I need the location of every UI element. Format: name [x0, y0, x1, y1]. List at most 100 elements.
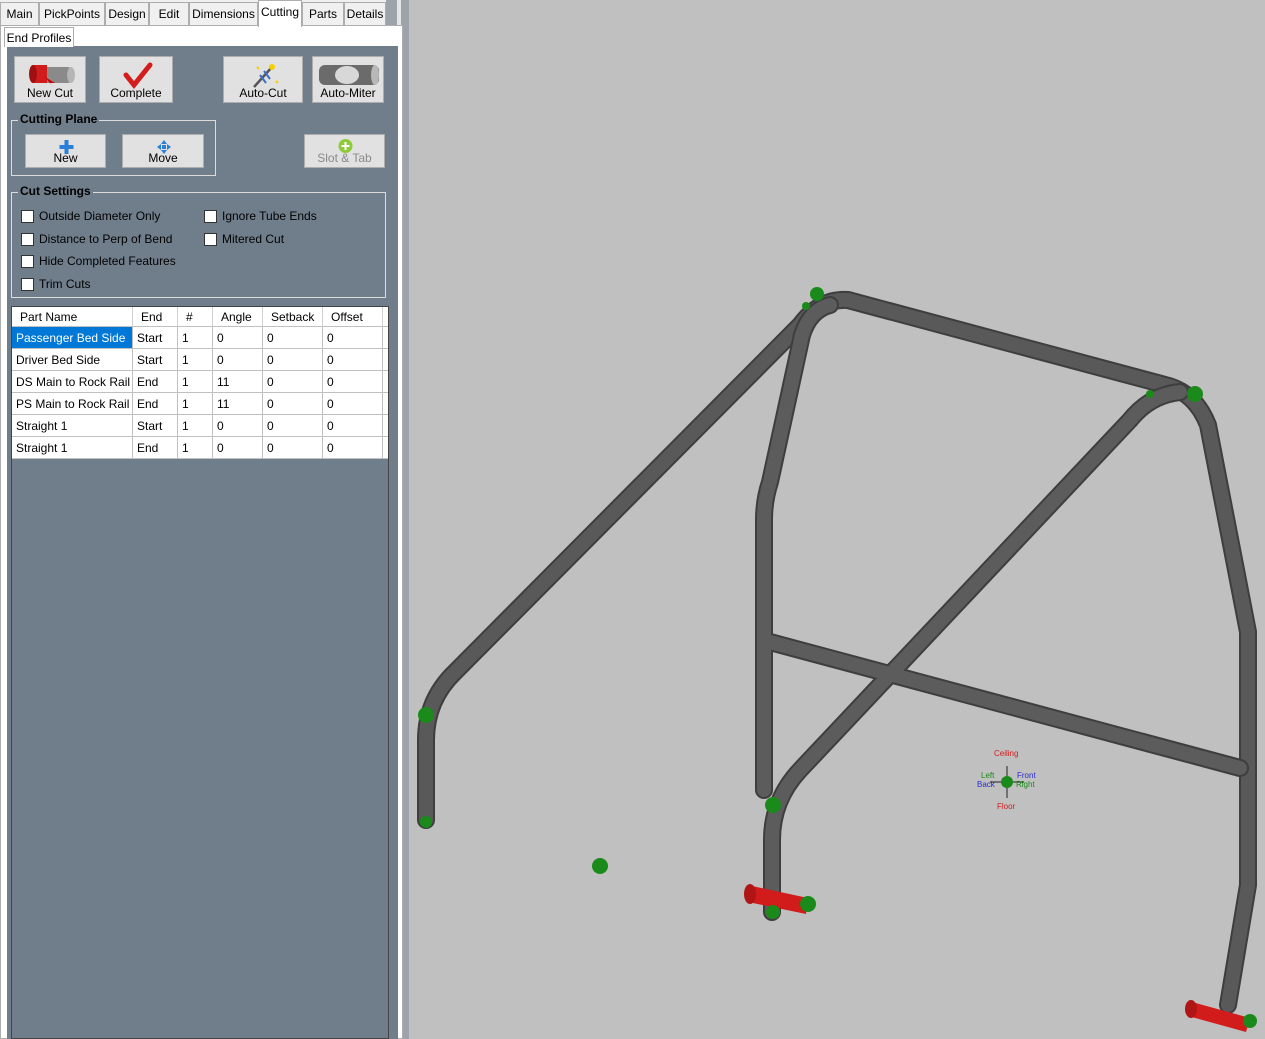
checkbox-box [204, 210, 217, 223]
cell-end[interactable]: Start [133, 349, 178, 371]
cell-count[interactable]: 1 [178, 349, 213, 371]
cell-offset[interactable]: 0 [323, 349, 383, 371]
checkbox-box [21, 233, 34, 246]
tab-dimensions[interactable]: Dimensions [189, 2, 258, 25]
cell-part-name[interactable]: Straight 1 [12, 415, 133, 437]
cell-part-name[interactable]: Straight 1 [12, 437, 133, 459]
move-plane-label: Move [148, 151, 178, 165]
auto-miter-button[interactable]: Auto-Miter [312, 56, 384, 103]
cell-end[interactable]: End [133, 437, 178, 459]
triad-front-label: Front [1017, 771, 1036, 780]
ignore-tube-ends-label: Ignore Tube Ends [222, 209, 317, 223]
pick-point [765, 797, 781, 813]
cell-setback[interactable]: 0 [263, 437, 323, 459]
cell-part-name[interactable]: PS Main to Rock Rail [12, 393, 133, 415]
cell-offset[interactable]: 0 [323, 415, 383, 437]
cell-angle[interactable]: 0 [213, 349, 263, 371]
auto-miter-label: Auto-Miter [320, 86, 376, 100]
cell-count[interactable]: 1 [178, 437, 213, 459]
tab-parts[interactable]: Parts [302, 2, 344, 25]
cell-offset[interactable]: 0 [323, 437, 383, 459]
cell-part-name[interactable]: Driver Bed Side [12, 349, 133, 371]
slot-tab-button[interactable]: Slot & Tab [304, 134, 385, 168]
left-panel: Main PickPoints Design Edit Dimensions C… [0, 0, 409, 1039]
cell-count[interactable]: 1 [178, 393, 213, 415]
cell-part-name[interactable]: DS Main to Rock Rail [12, 371, 133, 393]
trim-cuts-label: Trim Cuts [39, 277, 91, 291]
cell-part-name[interactable]: Passenger Bed Side [12, 327, 133, 349]
checkbox-box [204, 233, 217, 246]
new-plane-button[interactable]: New [25, 134, 106, 168]
slot-tab-label: Slot & Tab [317, 151, 372, 165]
end-profiles-grid[interactable]: Part Name End # Angle Setback Offset Pas… [11, 306, 389, 1039]
cell-angle[interactable]: 11 [213, 393, 263, 415]
cell-offset[interactable]: 0 [323, 327, 383, 349]
cell-offset[interactable]: 0 [323, 371, 383, 393]
auto-cut-button[interactable]: Auto-Cut [223, 56, 303, 103]
pick-point [800, 896, 816, 912]
main-tab-bar: Main PickPoints Design Edit Dimensions C… [0, 0, 386, 27]
cell-setback[interactable]: 0 [263, 393, 323, 415]
column-header-part-name[interactable]: Part Name [12, 307, 133, 327]
new-plane-label: New [53, 151, 78, 165]
cell-setback[interactable]: 0 [263, 371, 323, 393]
tab-cutting[interactable]: Cutting [258, 0, 302, 27]
cell-setback[interactable]: 0 [263, 327, 323, 349]
cell-count[interactable]: 1 [178, 371, 213, 393]
orientation-triad: Ceiling Left Back Front Right Floor [977, 749, 1036, 811]
cell-overflow[interactable] [383, 437, 388, 459]
column-header-end[interactable]: End [133, 307, 178, 327]
subtab-end-profiles[interactable]: End Profiles [4, 27, 74, 47]
cell-overflow[interactable] [383, 349, 388, 371]
cell-angle[interactable]: 0 [213, 437, 263, 459]
pick-point [802, 302, 810, 310]
3d-viewport[interactable]: Ceiling Left Back Front Right Floor [409, 0, 1265, 1039]
cell-angle[interactable]: 0 [213, 415, 263, 437]
cell-overflow[interactable] [383, 393, 388, 415]
roll-cage-model[interactable]: Ceiling Left Back Front Right Floor [409, 0, 1265, 1039]
cell-count[interactable]: 1 [178, 415, 213, 437]
triad-left-label: Left [981, 771, 995, 780]
column-header-angle[interactable]: Angle [213, 307, 263, 327]
cell-setback[interactable]: 0 [263, 349, 323, 371]
cell-end[interactable]: Start [133, 415, 178, 437]
cell-overflow[interactable] [383, 327, 388, 349]
cell-angle[interactable]: 0 [213, 327, 263, 349]
cell-offset[interactable]: 0 [323, 393, 383, 415]
cell-setback[interactable]: 0 [263, 415, 323, 437]
pick-point [420, 816, 432, 828]
mitered-cut-label: Mitered Cut [222, 232, 285, 246]
cell-overflow[interactable] [383, 371, 388, 393]
cell-count[interactable]: 1 [178, 327, 213, 349]
tab-main[interactable]: Main [0, 2, 39, 25]
pick-point [1187, 386, 1203, 402]
pick-point [418, 707, 434, 723]
tab-edit[interactable]: Edit [149, 2, 189, 25]
new-cut-button[interactable]: New Cut [14, 56, 86, 103]
checkbox-box [21, 255, 34, 268]
cell-overflow[interactable] [383, 415, 388, 437]
column-header-setback[interactable]: Setback [263, 307, 323, 327]
checkbox-box [21, 278, 34, 291]
new-cut-label: New Cut [26, 86, 73, 100]
cutting-plane-title: Cutting Plane [18, 112, 100, 126]
triad-right-label: Right [1016, 780, 1035, 789]
column-header-offset[interactable]: Offset [323, 307, 383, 327]
pick-point [810, 287, 824, 301]
outside-diameter-only-label: Outside Diameter Only [39, 209, 161, 223]
auto-cut-label: Auto-Cut [239, 86, 287, 100]
tab-details[interactable]: Details [344, 2, 386, 25]
move-plane-button[interactable]: Move [122, 134, 204, 168]
column-header-count[interactable]: # [178, 307, 213, 327]
cut-marker-right[interactable] [1185, 1000, 1250, 1032]
cut-settings-title: Cut Settings [18, 184, 93, 198]
cell-angle[interactable]: 11 [213, 371, 263, 393]
cell-end[interactable]: End [133, 393, 178, 415]
checkbox-box [21, 210, 34, 223]
tab-pickpoints[interactable]: PickPoints [39, 2, 105, 25]
cell-end[interactable]: End [133, 371, 178, 393]
complete-button[interactable]: Complete [99, 56, 173, 103]
pick-point [1146, 390, 1154, 398]
tab-design[interactable]: Design [105, 2, 149, 25]
cell-end[interactable]: Start [133, 327, 178, 349]
